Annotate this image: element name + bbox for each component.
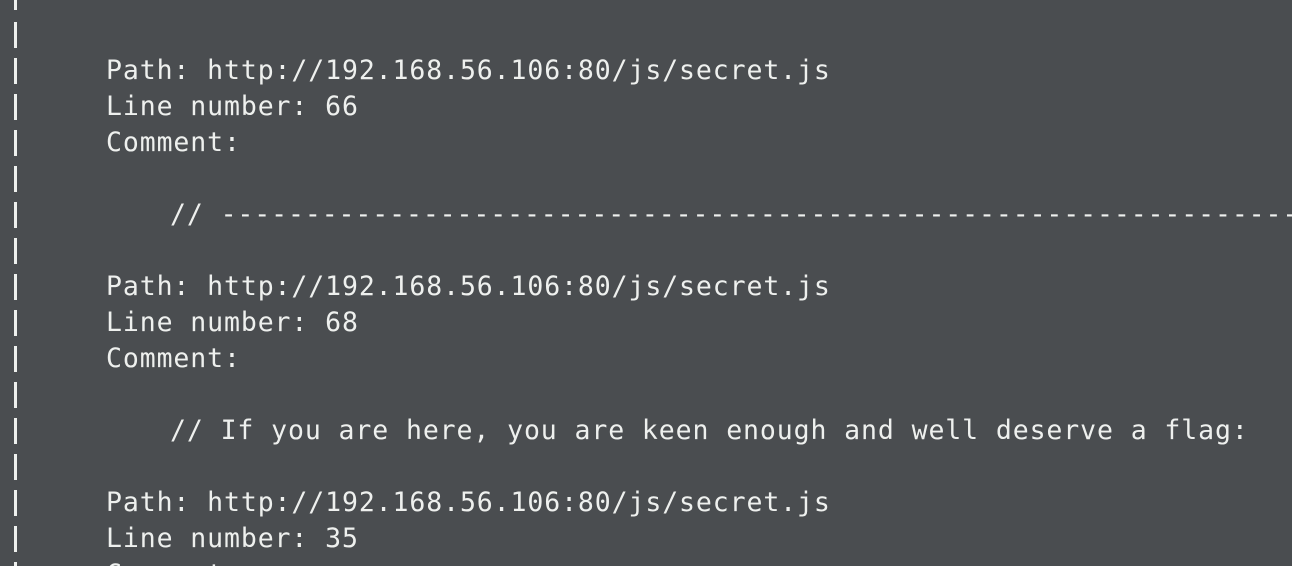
path-text: Path: http://192.168.56.106:80/js/secret… — [106, 55, 831, 86]
output-line: // -------------------------------------… — [0, 161, 1292, 230]
comment-label: Comment: — [106, 343, 241, 374]
path-text: Path: http://192.168.56.106:80/js/secret… — [106, 271, 831, 302]
output-line: Path: http://192.168.56.106:80/js/secret… — [0, 233, 830, 302]
line-number-text: Line number: 35 — [106, 523, 359, 554]
comment-label: Comment: — [106, 127, 241, 158]
output-line: Line number: 66 — [0, 53, 358, 122]
output-line: // If you are here, you are keen enough … — [0, 377, 1248, 446]
path-text: Path: http://192.168.56.106:80/js/secret… — [106, 487, 831, 518]
comment-text: // If you are here, you are keen enough … — [170, 415, 1249, 446]
output-line: Path: http://192.168.56.106:80/js/secret… — [0, 17, 830, 86]
output-line: Line number: 68 — [0, 269, 358, 338]
gutter-bar — [14, 0, 17, 10]
comment-label: Comment: — [106, 557, 241, 566]
terminal-output: Path: http://192.168.56.106:80/js/secret… — [0, 0, 1292, 566]
line-number-text: Line number: 68 — [106, 307, 359, 338]
output-line: Comment: — [0, 89, 240, 158]
output-line: Path: http://192.168.56.106:80/js/secret… — [0, 449, 830, 518]
output-line: Line number: 35 — [0, 485, 358, 554]
output-line: Comment: — [0, 305, 240, 374]
output-line: Comment: — [0, 521, 240, 566]
line-number-text: Line number: 66 — [106, 91, 359, 122]
comment-text: // -------------------------------------… — [170, 199, 1292, 230]
